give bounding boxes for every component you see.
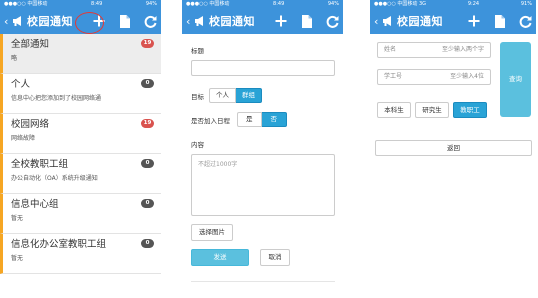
schedule-option-no[interactable]: 否 [261,112,287,127]
group-title: 全部通知 [11,39,50,50]
title-input[interactable] [191,60,335,76]
unread-badge: 0 [141,159,154,168]
carrier-label: ●●●○○ 中国移动 [4,1,48,7]
group-title: 信息化办公室教职工组 [11,239,107,250]
content-textarea[interactable]: 不超过1000字 [191,154,335,216]
unread-badge: 0 [141,199,154,208]
nav-bar: ‹ 校园通知 [182,8,343,34]
phone-screen-compose: ●●●○○ 中国移动 8:49 94% ‹ 校园通知 标题 目标 个人 群组 是… [182,0,343,285]
status-time: 8:49 [273,1,285,7]
target-segment: 个人 群组 [209,88,262,103]
cancel-button[interactable]: 取消 [260,249,290,266]
page-title: 校园通知 [27,15,73,28]
refresh-icon[interactable] [144,14,157,28]
group-subtitle: 暂无 [11,215,24,222]
schedule-option-yes[interactable]: 是 [237,112,262,127]
name-field-hint: 至少输入两个字 [441,46,484,53]
list-item[interactable]: 全部通知 略 19 [0,34,161,74]
highlight-circle [75,12,104,34]
megaphone-icon [13,16,21,26]
content-label: 内容 [191,141,204,149]
back-icon[interactable]: ‹ [374,16,382,27]
status-bar: ●●●○○ 中国移动 8:49 94% [0,0,161,8]
megaphone-icon [195,16,203,26]
group-subtitle: 略 [11,55,18,62]
nav-bar: ‹ 校园通知 [370,8,536,34]
schedule-label: 是否加入日程 [191,116,230,125]
unread-badge: 19 [141,39,154,48]
carrier-label: ●●●○○ 中国移动 [186,1,230,7]
battery-label: 91% [520,1,532,7]
add-icon[interactable] [467,14,480,28]
compose-form: 标题 目标 个人 群组 是否加入日程 是 否 内容 不超过1000字 选择图片 … [182,34,343,272]
role-graduate[interactable]: 研究生 [415,102,449,118]
choose-image-button[interactable]: 选择图片 [191,224,233,241]
schedule-segment: 是 否 [237,112,287,127]
list-item[interactable]: 信息化办公室教职工组 暂无 0 [0,234,161,274]
group-subtitle: 信息中心把您添加到了校园网络通 [11,95,102,102]
megaphone-icon [383,16,391,26]
group-subtitle: 网络故障 [11,135,36,142]
target-label: 目标 [191,92,204,101]
group-subtitle: 办公自动化（OA）系统升级通知 [11,175,98,182]
send-button[interactable]: 发送 [191,249,249,266]
page-title: 校园通知 [397,15,443,28]
staff-id-input[interactable]: 学工号 至少输入4位 [377,69,491,85]
id-field-label: 学工号 [384,73,403,80]
document-icon[interactable] [300,14,313,28]
document-icon[interactable] [118,14,131,28]
status-time: 9:24 [467,1,480,7]
status-bar: ●●●○○ 中国移动 3G 9:24 91% [370,0,536,8]
refresh-icon[interactable] [519,14,532,28]
status-bar: ●●●○○ 中国移动 8:49 94% [182,0,343,8]
back-button[interactable]: 返回 [375,140,532,156]
target-option-personal[interactable]: 个人 [209,88,236,103]
role-staff[interactable]: 教职工 [453,102,487,118]
unread-badge: 0 [141,79,154,88]
role-undergraduate[interactable]: 本科生 [377,102,411,118]
document-icon[interactable] [493,14,506,28]
title-label: 标题 [191,47,204,55]
group-title: 信息中心组 [11,199,59,210]
phone-screen-notice-list: ●●●○○ 中国移动 8:49 94% ‹ 校园通知 全部通知 略 19 个人 … [0,0,161,280]
divider [191,281,335,282]
name-input[interactable]: 姓名 至少输入两个字 [377,42,491,58]
target-option-group[interactable]: 群组 [236,88,262,103]
back-icon[interactable]: ‹ [186,16,194,27]
battery-label: 94% [145,1,157,7]
notice-group-list: 全部通知 略 19 个人 信息中心把您添加到了校园网络通 0 校园网络 网络故障… [0,34,161,274]
list-item[interactable]: 全校教职工组 办公自动化（OA）系统升级通知 0 [0,154,161,194]
list-item[interactable]: 校园网络 网络故障 19 [0,114,161,154]
id-field-hint: 至少输入4位 [450,73,484,80]
group-title: 校园网络 [11,119,50,130]
carrier-label: ●●●○○ 中国移动 3G [374,1,427,7]
nav-bar: ‹ 校园通知 [0,8,161,34]
status-time: 8:49 [91,1,103,7]
phone-screen-recipient-search: ●●●○○ 中国移动 3G 9:24 91% ‹ 校园通知 姓名 至少输入两个字… [370,0,536,160]
unread-badge: 0 [141,239,154,248]
unread-badge: 19 [141,119,154,128]
add-icon[interactable] [274,14,287,28]
page-title: 校园通知 [209,15,255,28]
refresh-icon[interactable] [326,14,339,28]
role-filter: 本科生 研究生 教职工 [377,102,487,118]
battery-label: 94% [327,1,339,7]
group-title: 全校教职工组 [11,159,69,170]
group-subtitle: 暂无 [11,255,24,262]
back-icon[interactable]: ‹ [4,16,12,27]
group-title: 个人 [11,79,31,90]
list-item[interactable]: 个人 信息中心把您添加到了校园网络通 0 [0,74,161,114]
name-field-label: 姓名 [384,46,397,53]
search-button[interactable]: 查询 [500,42,531,117]
list-item[interactable]: 信息中心组 暂无 0 [0,194,161,234]
